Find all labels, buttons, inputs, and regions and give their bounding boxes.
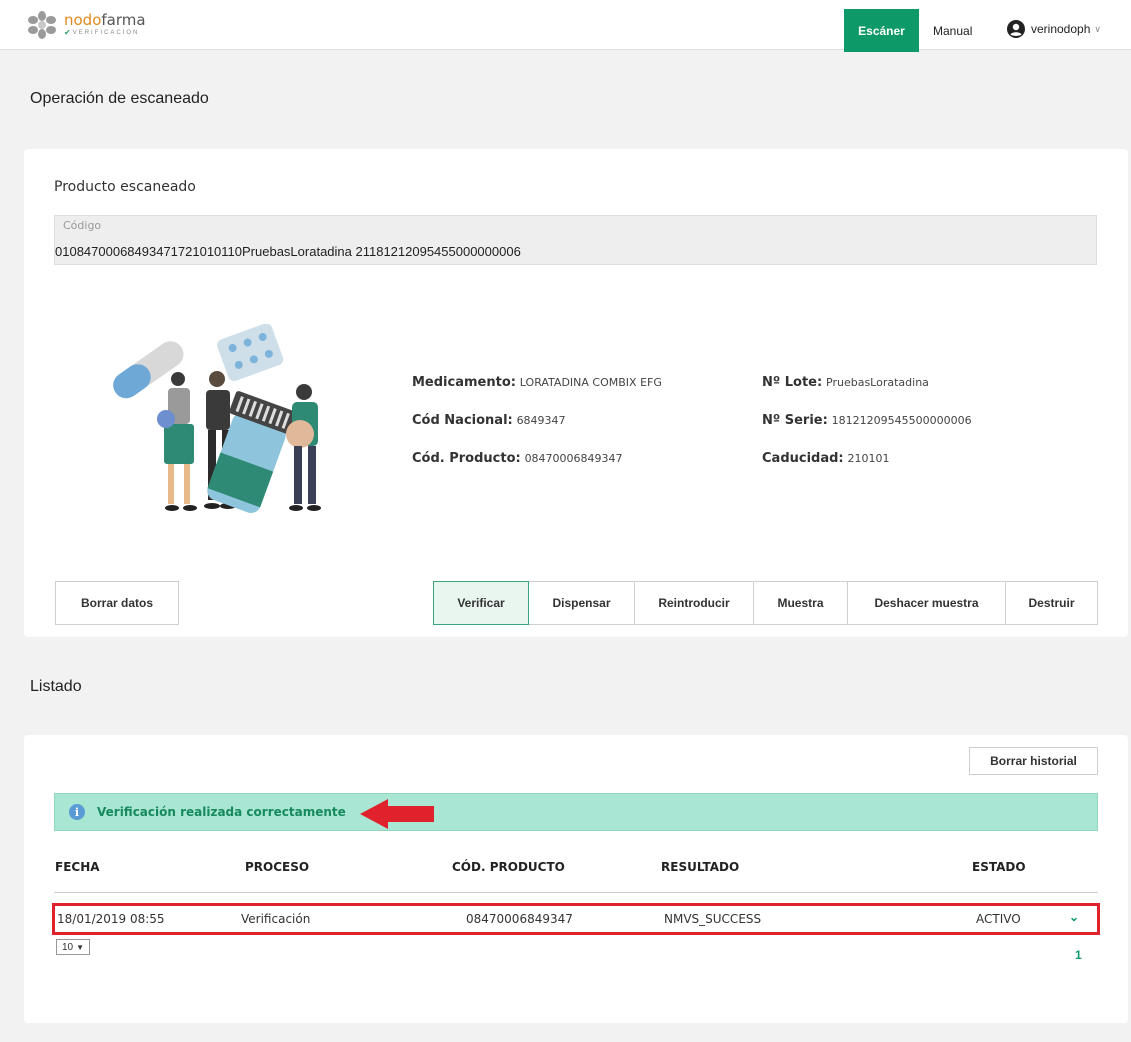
scan-card: Producto escaneado Código 01084700068493… (24, 149, 1128, 637)
username: verinodoph (1031, 22, 1091, 36)
page-size-value: 10 (61, 941, 74, 953)
product-info-right: Nº Lote: PruebasLoratadina Nº Serie: 181… (762, 375, 972, 489)
cell-resultado: NMVS_SUCCESS (664, 912, 762, 926)
reintroduce-button[interactable]: Reintroducir (635, 581, 754, 625)
flower-logo-icon (28, 11, 56, 39)
column-header-estado[interactable]: ESTADO (972, 860, 1026, 874)
cell-proceso: Verificación (241, 912, 311, 926)
chevron-down-icon: ∨ (1094, 23, 1101, 34)
info-medicamento: Medicamento: LORATADINA COMBIX EFG (412, 375, 662, 390)
destroy-button[interactable]: Destruir (1006, 581, 1098, 625)
brand-name: nodofarma (64, 11, 146, 29)
table-header-divider (54, 892, 1098, 893)
page-title: Operación de escaneado (30, 90, 209, 107)
column-header-fecha[interactable]: FECHA (55, 860, 100, 874)
check-icon: ✔ (64, 28, 71, 37)
page-size-select[interactable]: 10 ▼ (56, 939, 90, 955)
column-header-proceso[interactable]: PROCESO (245, 860, 309, 874)
medicine-people-illustration (113, 324, 321, 513)
user-circle-icon (1007, 20, 1025, 38)
nav-tab-escaner[interactable]: Escáner (844, 9, 919, 52)
code-label: Código (63, 219, 102, 232)
clear-history-button[interactable]: Borrar historial (969, 747, 1098, 775)
info-caducidad: Caducidad: 210101 (762, 451, 890, 466)
verify-button[interactable]: Verificar (433, 581, 529, 625)
info-cod-nacional: Cód Nacional: 6849347 (412, 413, 566, 428)
alert-message: Verificación realizada correctamente (97, 805, 346, 819)
expand-row-chevron-icon[interactable]: ⌄ (1069, 910, 1079, 924)
top-navbar: nodofarma ✔ VERIFICACION Escáner Manual v… (0, 0, 1131, 52)
card-title: Producto escaneado (54, 179, 196, 195)
dispense-button[interactable]: Dispensar (529, 581, 635, 625)
info-lote: Nº Lote: PruebasLoratadina (762, 375, 929, 390)
dropdown-caret-icon: ▼ (76, 942, 85, 952)
table-row-highlight[interactable] (52, 903, 1100, 935)
listado-title: Listado (30, 678, 82, 695)
nodofarma-logo[interactable]: nodofarma ✔ VERIFICACION (24, 10, 146, 40)
product-info-left: Medicamento: LORATADINA COMBIX EFG Cód N… (412, 375, 662, 489)
clear-data-button[interactable]: Borrar datos (55, 581, 179, 625)
success-alert: i Verificación realizada correctamente (54, 793, 1098, 831)
code-value: 0108470006849347172101011​0PruebasLorata… (55, 244, 521, 259)
undo-sample-button[interactable]: Deshacer muestra (848, 581, 1006, 625)
info-serie: Nº Serie: 18121209545500000006 (762, 413, 972, 428)
brand-subtitle: ✔ VERIFICACION (64, 28, 140, 37)
user-menu[interactable]: verinodoph ∨ (1007, 20, 1101, 38)
nav-tab-manual[interactable]: Manual (933, 24, 972, 38)
info-cod-producto: Cód. Producto: 08470006849347 (412, 451, 623, 466)
cell-fecha: 18/01/2019 08:55 (57, 912, 165, 926)
red-arrow-annotation (360, 799, 434, 829)
sample-button[interactable]: Muestra (754, 581, 848, 625)
cell-estado: ACTIVO (976, 912, 1021, 926)
info-icon: i (69, 804, 85, 820)
column-header-cod-producto[interactable]: CÓD. PRODUCTO (452, 860, 565, 874)
listado-card: Borrar historial i Verificación realizad… (24, 735, 1128, 1023)
pagination-page-1[interactable]: 1 (1075, 948, 1082, 962)
column-header-resultado[interactable]: RESULTADO (661, 860, 739, 874)
code-field[interactable]: Código 0108470006849347172101011​0Prueba… (54, 215, 1097, 265)
cell-cod-producto: 08470006849347 (466, 912, 573, 926)
